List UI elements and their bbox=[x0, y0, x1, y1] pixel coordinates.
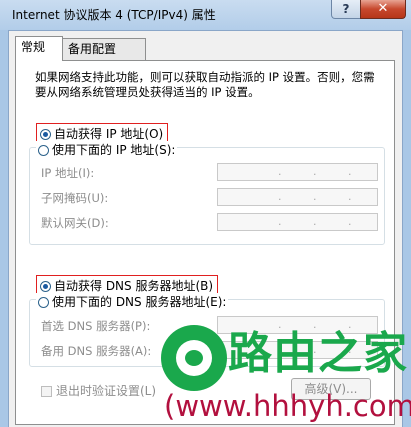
help-button[interactable]: ? bbox=[331, 0, 361, 19]
subnet-mask-input[interactable]: ... bbox=[217, 188, 378, 206]
ip-address-label: IP 地址(I): bbox=[41, 166, 95, 180]
alternate-dns-label: 备用 DNS 服务器(A): bbox=[41, 344, 152, 358]
close-button[interactable]: ✕ bbox=[360, 0, 406, 19]
validate-settings-option[interactable]: 退出时验证设置(L) bbox=[41, 382, 156, 399]
subnet-mask-label: 子网掩码(U): bbox=[41, 191, 109, 205]
manual-ip-label: 使用下面的 IP 地址(S): bbox=[52, 143, 176, 157]
auto-ip-label: 自动获得 IP 地址(O) bbox=[54, 127, 164, 141]
tab-alternate-config[interactable]: 备用配置 bbox=[62, 38, 146, 60]
watermark-logo-icon bbox=[161, 325, 227, 391]
manual-ip-option[interactable]: 使用下面的 IP 地址(S): bbox=[36, 141, 178, 158]
auto-dns-label: 自动获得 DNS 服务器地址(B) bbox=[54, 279, 214, 293]
title-bar[interactable]: Internet 协议版本 4 (TCP/IPv4) 属性 ? ✕ bbox=[0, 0, 411, 30]
validate-settings-label: 退出时验证设置(L) bbox=[56, 384, 157, 398]
watermark-url: (www.hhhyh.com) bbox=[164, 389, 411, 423]
default-gateway-input[interactable]: ... bbox=[217, 213, 378, 231]
validate-settings-checkbox[interactable] bbox=[41, 386, 52, 397]
window-title: Internet 协议版本 4 (TCP/IPv4) 属性 bbox=[12, 8, 216, 22]
watermark-brand: 路由之家 bbox=[228, 328, 408, 379]
auto-dns-radio[interactable] bbox=[40, 281, 51, 292]
ip-address-input[interactable]: ... bbox=[217, 163, 378, 181]
default-gateway-label: 默认网关(D): bbox=[41, 216, 109, 230]
manual-ip-radio[interactable] bbox=[38, 145, 49, 156]
manual-dns-radio[interactable] bbox=[38, 297, 49, 308]
tab-general[interactable]: 常规 bbox=[15, 36, 63, 61]
auto-ip-radio[interactable] bbox=[40, 129, 51, 140]
manual-dns-label: 使用下面的 DNS 服务器地址(E): bbox=[52, 295, 227, 309]
manual-dns-option[interactable]: 使用下面的 DNS 服务器地址(E): bbox=[36, 293, 229, 310]
preferred-dns-label: 首选 DNS 服务器(P): bbox=[41, 319, 151, 333]
description-text: 如果网络支持此功能，则可以获取自动指派的 IP 设置。否则，您需要从网络系统管理… bbox=[35, 70, 375, 99]
